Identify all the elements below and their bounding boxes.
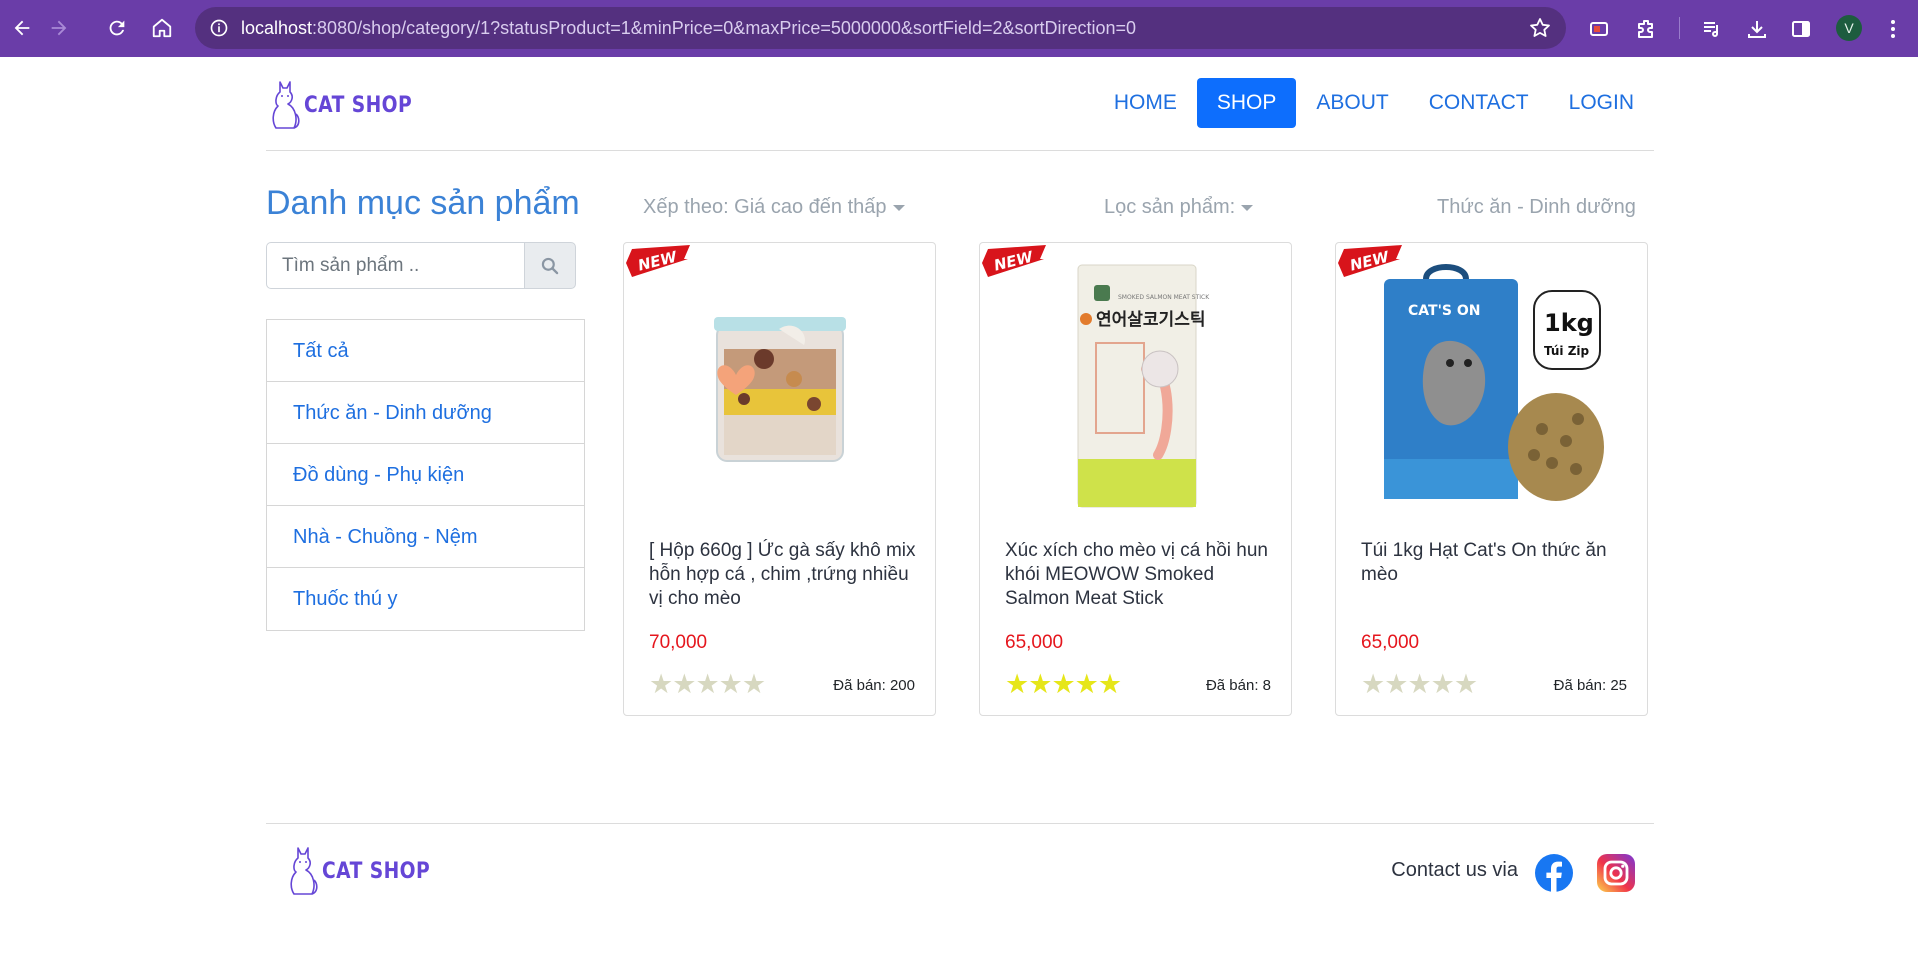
star-icon: ★ bbox=[1074, 669, 1099, 699]
rating-stars: ★ ★ ★ ★ ★ bbox=[1005, 669, 1123, 699]
brand-name: CAT SHOP bbox=[304, 92, 413, 118]
nav-shop[interactable]: SHOP bbox=[1196, 78, 1297, 128]
search-icon bbox=[541, 257, 559, 274]
category-all[interactable]: Tất cả bbox=[267, 320, 584, 382]
facebook-icon[interactable] bbox=[1534, 853, 1574, 893]
category-house[interactable]: Nhà - Chuồng - Nệm bbox=[267, 506, 584, 568]
star-icon: ★ bbox=[1453, 669, 1479, 699]
product-image[interactable]: SMOKED SALMON MEAT STICK 연어살코기스틱 bbox=[1000, 259, 1271, 514]
nav-login[interactable]: LOGIN bbox=[1549, 78, 1654, 128]
cast-icon[interactable] bbox=[1584, 14, 1614, 44]
url-text: localhost:8080/shop/category/1?statusPro… bbox=[241, 18, 1137, 38]
sold-count: Đã bán: 25 bbox=[1553, 677, 1627, 694]
home-button[interactable] bbox=[144, 10, 180, 46]
filter-dropdown[interactable]: Lọc sản phẩm: bbox=[1104, 196, 1254, 219]
svg-text:SMOKED SALMON MEAT STICK: SMOKED SALMON MEAT STICK bbox=[1118, 294, 1210, 301]
home-icon bbox=[152, 18, 172, 38]
media-control-icon[interactable] bbox=[1697, 14, 1727, 44]
category-list: Tất cả Thức ăn - Dinh dưỡng Đồ dùng - Ph… bbox=[266, 319, 585, 631]
sidebar-title: Danh mục sản phẩm bbox=[266, 184, 580, 222]
sort-dropdown[interactable]: Xếp theo: Giá cao đến thấp bbox=[643, 196, 905, 219]
cat-logo-icon bbox=[272, 81, 300, 129]
product-card[interactable]: NEW [ Hộp 660g ] Ức gà sấy khô mix hỗn h… bbox=[623, 242, 936, 716]
site-header: CAT SHOP HOME SHOP ABOUT CONTACT LOGIN bbox=[266, 57, 1654, 151]
brand-name: CAT SHOP bbox=[322, 858, 431, 884]
star-icon: ★ bbox=[1097, 669, 1123, 699]
product-name[interactable]: [ Hộp 660g ] Ức gà sấy khô mix hỗn hợp c… bbox=[649, 539, 919, 611]
side-panel-icon[interactable] bbox=[1786, 14, 1816, 44]
star-icon: ★ bbox=[1361, 669, 1386, 699]
product-name[interactable]: Xúc xích cho mèo vị cá hồi hun khói MEOW… bbox=[1005, 539, 1275, 611]
nav-home[interactable]: HOME bbox=[1094, 78, 1197, 128]
search-input[interactable] bbox=[266, 242, 525, 289]
rating-stars: ★ ★ ★ ★ ★ bbox=[1361, 669, 1479, 699]
reload-icon bbox=[109, 20, 125, 36]
nav-about[interactable]: ABOUT bbox=[1296, 78, 1408, 128]
instagram-icon[interactable] bbox=[1596, 853, 1636, 893]
svg-text:CAT'S ON: CAT'S ON bbox=[1408, 303, 1480, 319]
extensions-icon[interactable] bbox=[1631, 14, 1661, 44]
footer-brand-logo[interactable]: CAT SHOP bbox=[284, 844, 449, 898]
category-medicine[interactable]: Thuốc thú y bbox=[267, 568, 584, 630]
star-icon: ★ bbox=[1051, 669, 1076, 699]
category-food[interactable]: Thức ăn - Dinh dưỡng bbox=[267, 382, 584, 444]
sold-count: Đã bán: 200 bbox=[833, 677, 915, 694]
site-footer: CAT SHOP Contact us via bbox=[266, 823, 1654, 923]
chevron-down-icon bbox=[1241, 204, 1254, 211]
star-icon: ★ bbox=[1384, 669, 1409, 699]
star-icon: ★ bbox=[1407, 669, 1432, 699]
bookmark-star-icon[interactable] bbox=[1528, 16, 1552, 40]
download-icon[interactable] bbox=[1742, 14, 1772, 44]
product-price: 65,000 bbox=[1361, 632, 1420, 653]
filter-label: Lọc sản phẩm: bbox=[1104, 196, 1236, 218]
chevron-down-icon bbox=[892, 204, 905, 211]
product-card[interactable]: NEW SMOKED SALMON MEAT STICK 연어살코기스틱 Xúc… bbox=[979, 242, 1292, 716]
profile-avatar[interactable]: V bbox=[1836, 15, 1862, 41]
browser-menu-icon[interactable] bbox=[1878, 14, 1908, 44]
cat-logo-icon bbox=[290, 847, 318, 895]
star-icon: ★ bbox=[718, 669, 743, 699]
product-price: 65,000 bbox=[1005, 632, 1064, 653]
star-icon: ★ bbox=[649, 669, 674, 699]
forward-arrow-icon bbox=[51, 20, 67, 36]
reload-button[interactable] bbox=[99, 10, 135, 46]
nav-contact[interactable]: CONTACT bbox=[1409, 78, 1549, 128]
sort-label: Xếp theo: Giá cao đến thấp bbox=[643, 196, 887, 218]
current-category-label: Thức ăn - Dinh dưỡng bbox=[1437, 196, 1636, 218]
star-icon: ★ bbox=[741, 669, 767, 699]
brand-logo[interactable]: CAT SHOP bbox=[266, 78, 431, 132]
address-bar[interactable]: localhost:8080/shop/category/1?statusPro… bbox=[195, 7, 1566, 49]
star-icon: ★ bbox=[1028, 669, 1053, 699]
svg-text:연어살코기스틱: 연어살코기스틱 bbox=[1096, 310, 1205, 330]
rating-stars: ★ ★ ★ ★ ★ bbox=[649, 669, 767, 699]
product-name[interactable]: Túi 1kg Hạt Cat's On thức ăn mèo bbox=[1361, 539, 1631, 587]
back-button[interactable] bbox=[4, 10, 40, 46]
product-price: 70,000 bbox=[649, 632, 708, 653]
star-icon: ★ bbox=[1005, 669, 1030, 699]
contact-label: Contact us via bbox=[1391, 859, 1518, 881]
product-image[interactable] bbox=[644, 259, 915, 514]
svg-text:Túi Zip: Túi Zip bbox=[1544, 344, 1590, 358]
svg-text:1kg: 1kg bbox=[1544, 309, 1594, 337]
product-image[interactable]: CAT'S ON 1kg Túi Zip bbox=[1356, 259, 1627, 514]
product-card[interactable]: NEW CAT'S ON 1kg Túi Zip Túi 1kg Hạt Cat… bbox=[1335, 242, 1648, 716]
browser-toolbar: localhost:8080/shop/category/1?statusPro… bbox=[0, 0, 1918, 57]
main-navigation: HOME SHOP ABOUT CONTACT LOGIN bbox=[1094, 78, 1654, 128]
toolbar-divider bbox=[1679, 17, 1680, 39]
category-accessories[interactable]: Đồ dùng - Phụ kiện bbox=[267, 444, 584, 506]
forward-button[interactable] bbox=[41, 10, 77, 46]
star-icon: ★ bbox=[672, 669, 697, 699]
search-button[interactable] bbox=[524, 242, 576, 289]
back-arrow-icon bbox=[14, 20, 30, 36]
star-icon: ★ bbox=[1430, 669, 1455, 699]
sold-count: Đã bán: 8 bbox=[1205, 677, 1271, 694]
star-icon: ★ bbox=[695, 669, 720, 699]
site-info-icon[interactable] bbox=[205, 14, 233, 42]
